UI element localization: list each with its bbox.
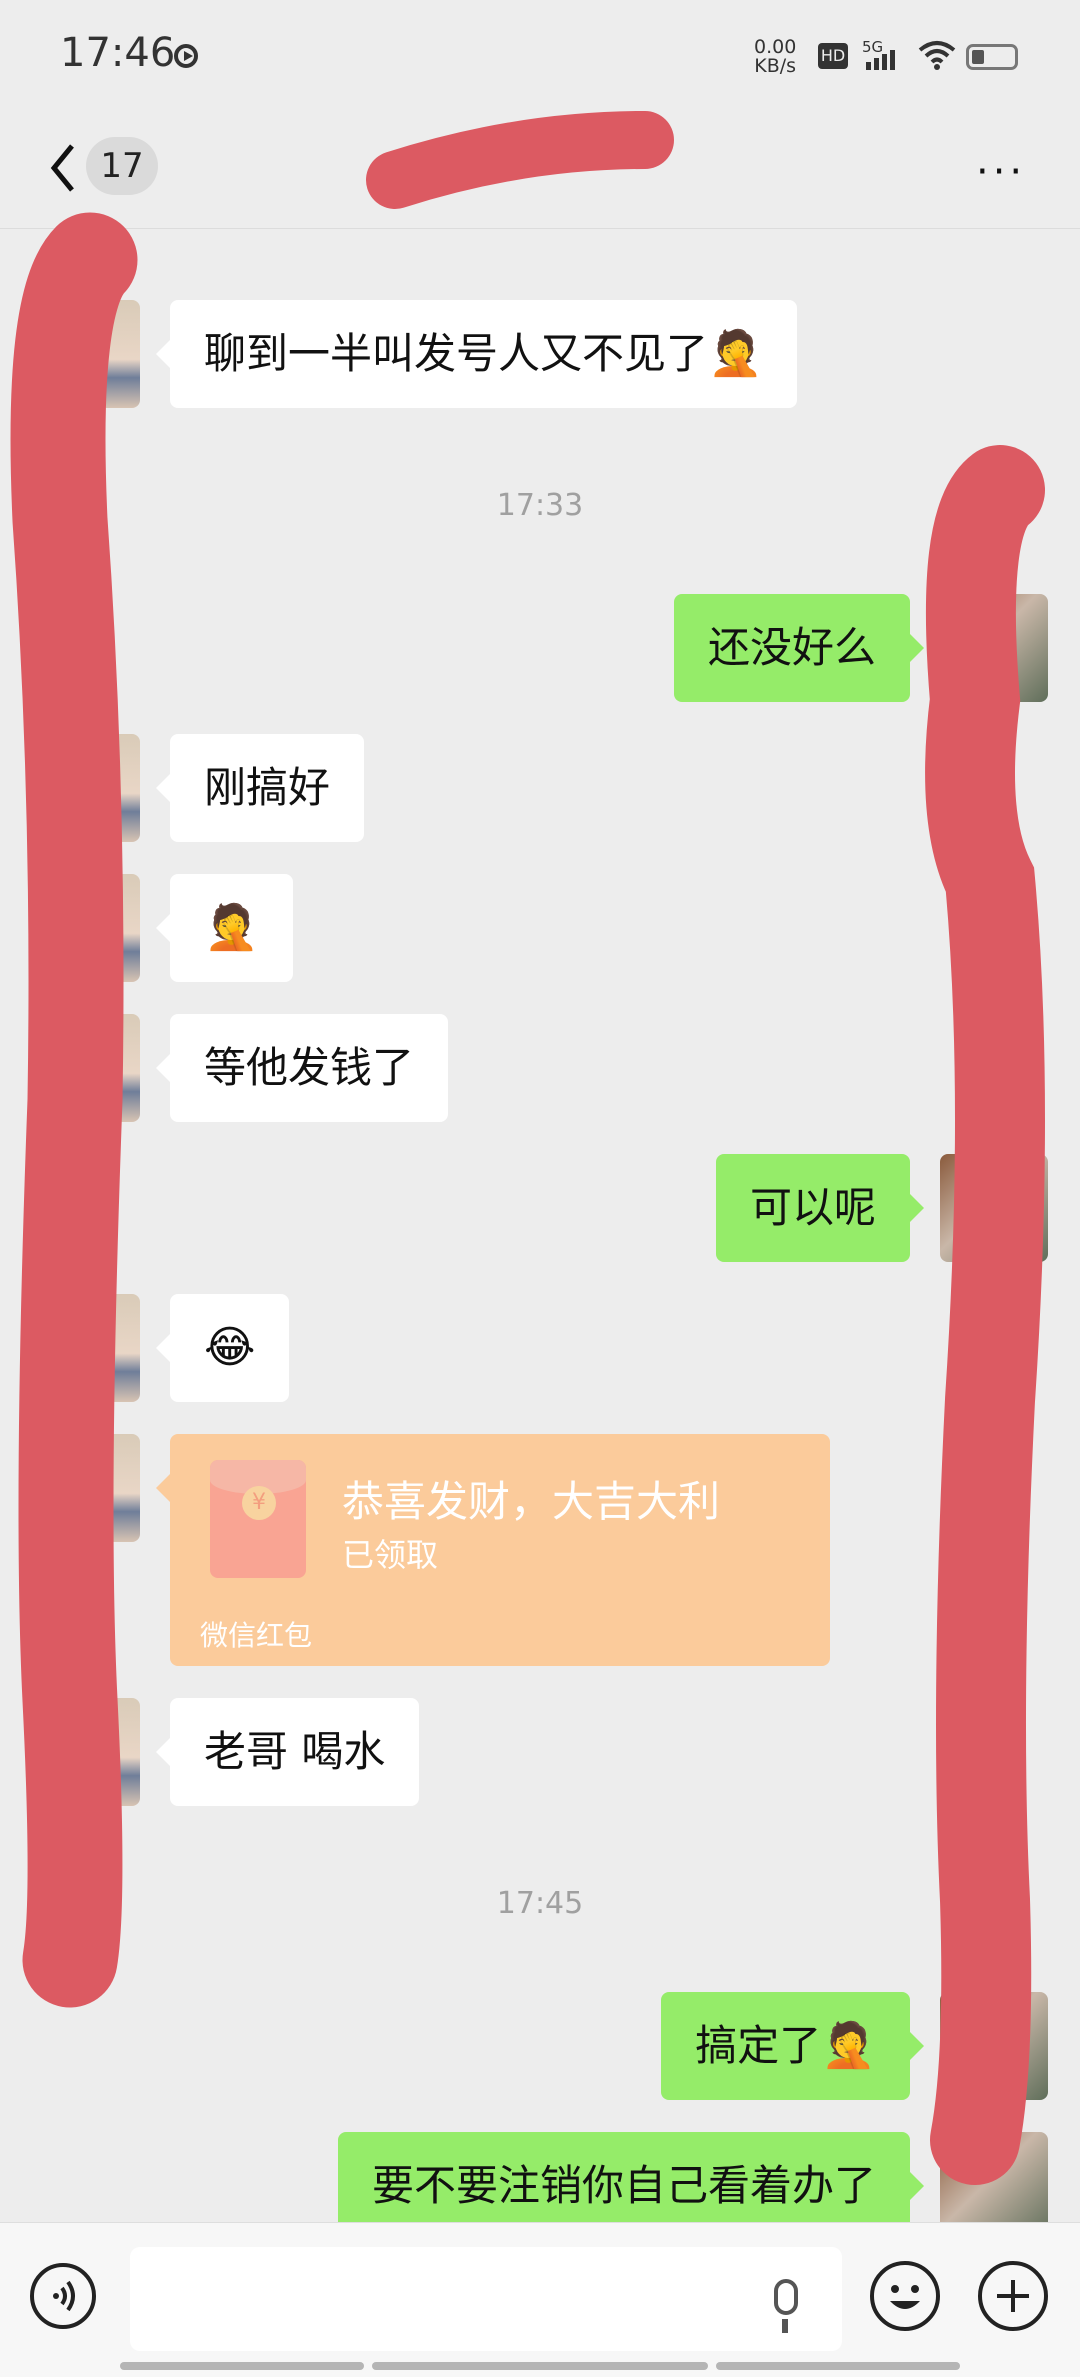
- gesture-bar: [716, 2362, 960, 2370]
- message-text: 等他发钱了: [204, 1043, 415, 1092]
- chat-header: 17 ···: [0, 110, 1080, 229]
- gesture-bar: [372, 2362, 708, 2370]
- more-options-icon[interactable]: ···: [976, 152, 1026, 192]
- chat-input-bar: [0, 2222, 1080, 2377]
- red-envelope-icon: ¥: [210, 1460, 306, 1578]
- gesture-bar: [120, 2362, 364, 2370]
- red-envelope-coin: ¥: [242, 1486, 276, 1520]
- wifi-icon: [918, 41, 956, 70]
- message-bubble-received[interactable]: 😂: [155, 1294, 290, 1402]
- contact-avatar[interactable]: [32, 300, 140, 408]
- message-text: 刚搞好: [204, 763, 331, 812]
- contact-avatar[interactable]: [32, 1294, 140, 1402]
- message-text: 还没好么: [707, 623, 876, 672]
- my-avatar[interactable]: [940, 1154, 1048, 1262]
- message-text: 老哥 喝水: [204, 1727, 386, 1776]
- timestamp: 17:33: [496, 488, 584, 523]
- signal-icon: 5G: [862, 38, 895, 70]
- message-text: 要不要注销你自己看着办了: [371, 2161, 876, 2210]
- my-avatar[interactable]: [940, 1992, 1048, 2100]
- red-packet-status: 已领取: [342, 1536, 439, 1574]
- message-text: 可以呢: [749, 1183, 876, 1232]
- message-bubble-sent[interactable]: 可以呢: [715, 1154, 925, 1262]
- facepalm-emoji: 🤦: [708, 328, 763, 379]
- message-text: 聊到一半叫发号人又不见了: [204, 329, 709, 378]
- facepalm-emoji: 🤦: [204, 902, 259, 953]
- my-avatar[interactable]: [940, 594, 1048, 702]
- message-bubble-received[interactable]: 老哥 喝水: [155, 1698, 420, 1806]
- back-arrow-icon[interactable]: [44, 140, 84, 196]
- emoji-face-icon[interactable]: [870, 2261, 940, 2331]
- contact-avatar[interactable]: [32, 1434, 140, 1542]
- microphone-icon[interactable]: [774, 2279, 798, 2315]
- voice-input-icon[interactable]: [30, 2263, 96, 2329]
- contact-avatar[interactable]: [32, 1698, 140, 1806]
- signal-label: 5G: [862, 38, 883, 56]
- unread-count-badge[interactable]: 17: [86, 137, 158, 195]
- contact-avatar[interactable]: [32, 874, 140, 982]
- message-bubble-sent[interactable]: 还没好么: [673, 594, 925, 702]
- plus-icon[interactable]: [978, 2261, 1048, 2331]
- timestamp: 17:45: [496, 1886, 584, 1921]
- message-bubble-received[interactable]: 等他发钱了: [155, 1014, 449, 1122]
- contact-avatar[interactable]: [32, 734, 140, 842]
- status-time: 17:46: [60, 30, 176, 76]
- status-bar: 17:46 0.00 KB/s HD 5G: [0, 0, 1080, 110]
- tears-of-joy-emoji: 😂: [204, 1322, 256, 1373]
- hd-voice-icon: HD: [818, 43, 848, 69]
- red-packet-label: 微信红包: [200, 1619, 313, 1652]
- message-input[interactable]: [130, 2247, 842, 2351]
- red-packet-title: 恭喜发财，大吉大利: [342, 1477, 721, 1526]
- message-bubble-received[interactable]: 🤦: [156, 874, 293, 982]
- message-bubble-received[interactable]: 刚搞好: [155, 734, 365, 842]
- message-bubble-sent[interactable]: 搞定了🤦: [661, 1992, 924, 2100]
- message-text: 搞定了: [695, 2021, 822, 2070]
- message-bubble-received[interactable]: 聊到一半叫发号人又不见了🤦: [156, 300, 797, 408]
- media-playing-icon: [174, 44, 198, 68]
- network-speed-unit: KB/s: [754, 55, 797, 77]
- facepalm-emoji: 🤦: [821, 2020, 876, 2071]
- battery-icon: [966, 44, 1018, 70]
- red-packet-message[interactable]: ¥ 恭喜发财，大吉大利 已领取 微信红包: [156, 1434, 830, 1666]
- network-speed: 0.00 KB/s: [754, 38, 796, 76]
- contact-avatar[interactable]: [32, 1014, 140, 1122]
